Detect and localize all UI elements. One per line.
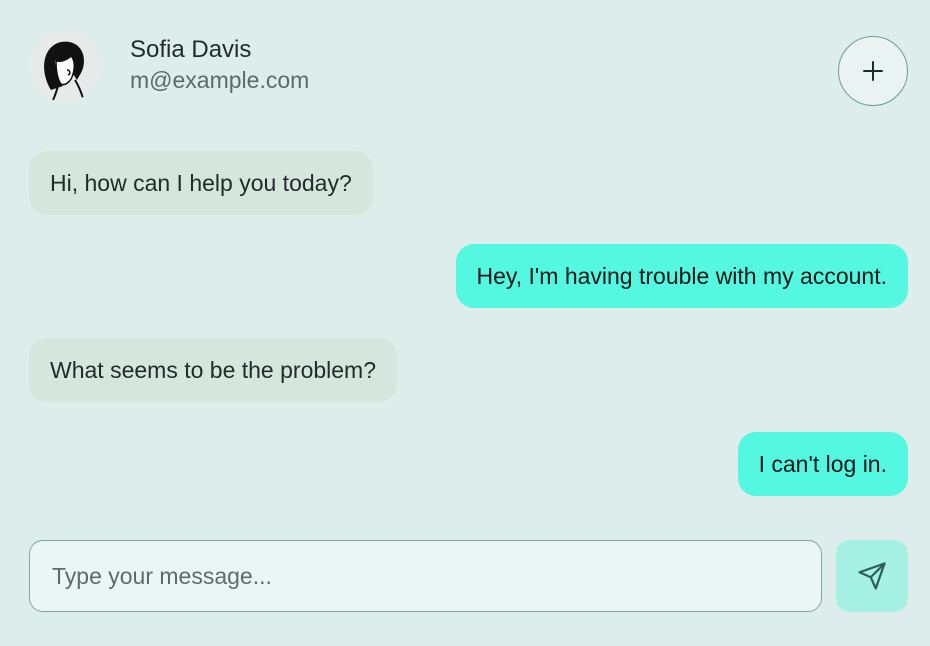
contact-email: m@example.com: [130, 67, 310, 93]
send-icon: [858, 562, 886, 590]
message-bubble-agent: What seems to be the problem?: [29, 338, 397, 402]
chat-header: Sofia Davis m@example.com: [29, 30, 908, 108]
plus-icon: [863, 61, 883, 81]
send-button[interactable]: [836, 540, 908, 612]
avatar[interactable]: [29, 30, 101, 102]
contact-name: Sofia Davis: [130, 36, 252, 63]
message-bubble-user: Hey, I'm having trouble with my account.: [455, 244, 908, 308]
message-input[interactable]: [29, 540, 822, 612]
message-bubble-agent: Hi, how can I help you today?: [29, 151, 373, 215]
message-composer: [29, 540, 908, 612]
new-chat-button[interactable]: [838, 36, 908, 106]
avatar-portrait-icon: [29, 30, 101, 102]
message-bubble-user: I can't log in.: [737, 432, 908, 496]
